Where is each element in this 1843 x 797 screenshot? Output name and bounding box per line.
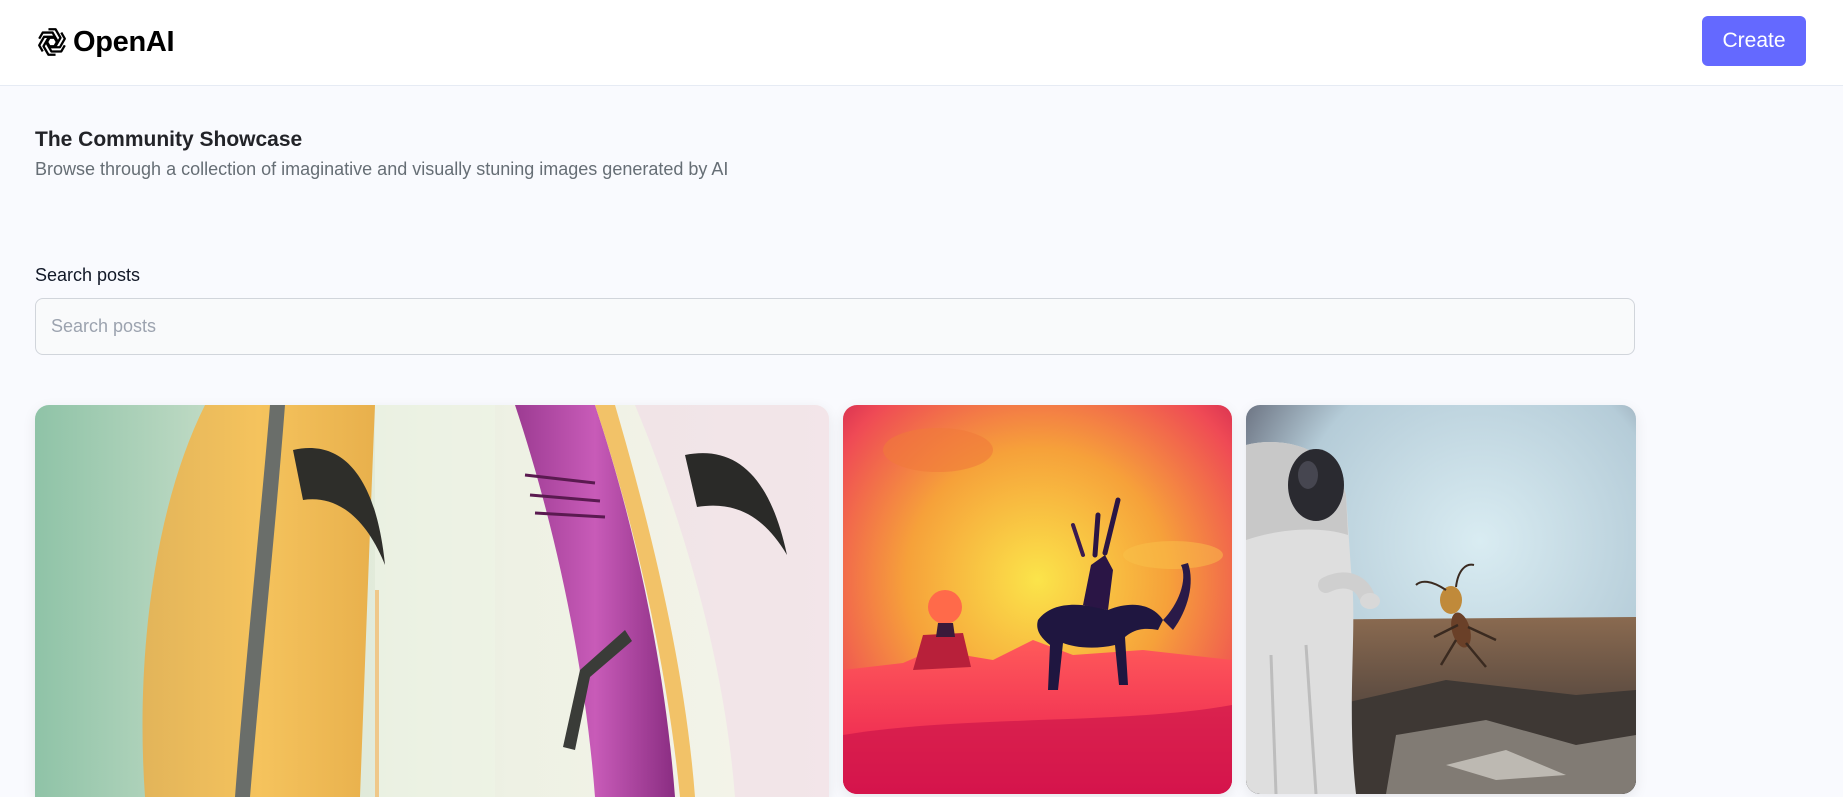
openai-logo[interactable]: OpenAI [35, 24, 175, 60]
post-card-surfboards[interactable] [35, 405, 829, 797]
search-label: Search posts [35, 265, 141, 285]
page-title: The Community Showcase [35, 128, 303, 151]
astronaut-insect-image [1246, 405, 1636, 794]
brand-name: OpenAI [73, 25, 175, 58]
search-input[interactable] [35, 298, 1635, 355]
post-card-astronaut-insect[interactable] [1246, 405, 1636, 794]
page-subtitle: Browse through a collection of imaginati… [35, 159, 729, 179]
create-button[interactable]: Create [1702, 16, 1806, 66]
top-header: OpenAI Create [0, 0, 1843, 86]
post-card-rider-sunset[interactable] [843, 405, 1232, 794]
openai-knot-icon [38, 28, 66, 56]
surfboards-image [35, 405, 829, 797]
rider-sunset-image [843, 405, 1232, 794]
